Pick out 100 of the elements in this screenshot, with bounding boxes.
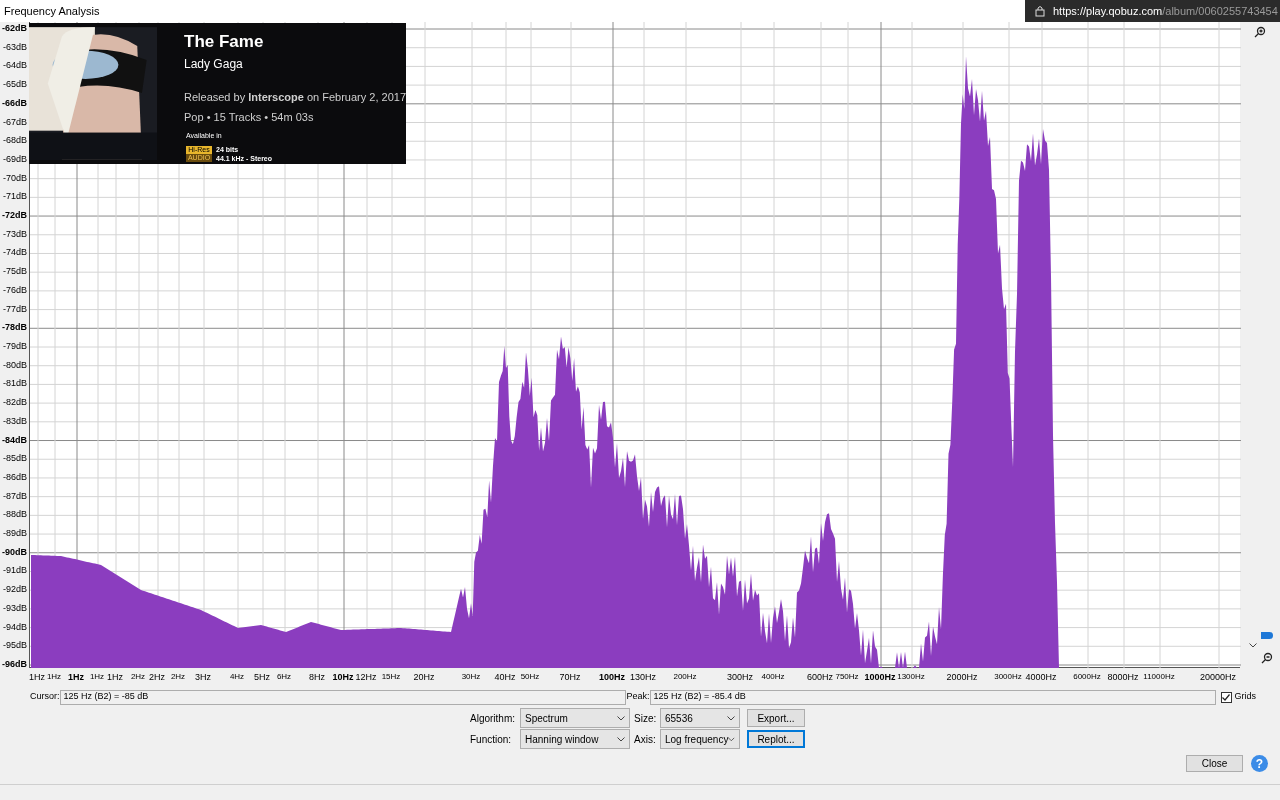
algorithm-dropdown[interactable]: Spectrum bbox=[520, 708, 630, 728]
x-axis-label: 2000Hz bbox=[946, 673, 978, 682]
release-info: Released by Interscope on February 2, 2017 bbox=[184, 90, 406, 106]
x-axis-label: 5Hz bbox=[254, 673, 270, 682]
zoom-out-icon[interactable] bbox=[1261, 652, 1273, 664]
lock-icon bbox=[1035, 5, 1045, 17]
y-axis-label: -71dB bbox=[2, 192, 27, 202]
album-artist: Lady Gaga bbox=[184, 56, 244, 74]
y-axis-label: -91dB bbox=[2, 566, 27, 576]
x-axis-label: 2Hz bbox=[170, 673, 186, 681]
x-axis-label: 10Hz bbox=[332, 673, 354, 682]
y-axis-label: -62dB bbox=[2, 24, 27, 33]
x-axis-label: 400Hz bbox=[761, 673, 785, 681]
algorithm-label: Algorithm: bbox=[470, 711, 516, 726]
y-axis-label: -90dB bbox=[2, 547, 27, 557]
x-axis-label: 8000Hz bbox=[1107, 673, 1139, 682]
url-text: https://play.qobuz.com/album/0060255743454 bbox=[1053, 3, 1278, 19]
album-title: The Fame bbox=[184, 31, 265, 53]
x-axis-label: 2Hz bbox=[149, 673, 165, 682]
y-axis-label: -79dB bbox=[2, 342, 27, 351]
y-axis-label: -68dB bbox=[2, 136, 27, 146]
x-axis-label: 20Hz bbox=[413, 673, 435, 682]
y-axis-label: -67dB bbox=[2, 117, 27, 127]
y-axis-label: -69dB bbox=[2, 154, 27, 164]
x-axis-label: 6000Hz bbox=[1073, 673, 1101, 681]
cursor-field: 125 Hz (B2) = -85 dB bbox=[59, 689, 626, 705]
zoom-slider-thumb[interactable] bbox=[1261, 632, 1273, 639]
x-axis-label: 1300Hz bbox=[897, 673, 925, 681]
function-label: Function: bbox=[470, 732, 513, 747]
y-axis-label: -77dB bbox=[2, 304, 27, 314]
y-axis-label: -70dB bbox=[2, 173, 27, 183]
x-axis-label: 130Hz bbox=[630, 673, 656, 682]
y-axis-label: -84dB bbox=[2, 435, 27, 445]
y-axis-label: -83dB bbox=[2, 416, 27, 426]
x-axis-label: 100Hz bbox=[599, 673, 625, 682]
close-button[interactable]: Close bbox=[1186, 755, 1243, 772]
peak-label: Peak: bbox=[626, 690, 650, 704]
y-axis-label: -92dB bbox=[2, 585, 27, 595]
y-axis-label: -86dB bbox=[2, 472, 27, 482]
x-axis-label: 1Hz bbox=[29, 673, 45, 682]
caret-icon bbox=[727, 715, 735, 721]
x-axis-label: 4Hz bbox=[229, 673, 245, 681]
x-axis-label: 50Hz bbox=[520, 673, 540, 681]
y-axis-label: -81dB bbox=[2, 379, 27, 389]
y-axis-label: -72dB bbox=[2, 211, 27, 221]
x-axis-label: 8Hz bbox=[309, 673, 325, 682]
x-axis-label: 3Hz bbox=[195, 673, 211, 682]
y-axis-label: -64dB bbox=[2, 61, 27, 71]
size-dropdown[interactable]: 65536 bbox=[660, 708, 740, 728]
x-axis-label: 40Hz bbox=[494, 673, 516, 682]
y-axis-label: -89dB bbox=[2, 529, 27, 539]
x-axis-label: 15Hz bbox=[381, 673, 401, 681]
y-axis-label: -95dB bbox=[2, 641, 27, 651]
y-axis-label: -87dB bbox=[2, 491, 27, 501]
album-details: Pop • 15 Tracks • 54m 03s bbox=[184, 109, 315, 125]
x-axis-label: 1Hz bbox=[46, 673, 62, 681]
y-axis-label: -63dB bbox=[2, 42, 27, 52]
y-axis-label: -73dB bbox=[2, 229, 27, 239]
y-axis-label: -94dB bbox=[2, 622, 27, 632]
x-axis-label: 300Hz bbox=[727, 673, 753, 682]
function-dropdown[interactable]: Hanning window bbox=[520, 729, 630, 749]
y-axis-label: -65dB bbox=[2, 80, 27, 90]
y-axis-label: -75dB bbox=[2, 267, 27, 277]
x-axis-label: 70Hz bbox=[559, 673, 581, 682]
y-axis-label: -85dB bbox=[2, 454, 27, 464]
x-axis-label: 4000Hz bbox=[1025, 673, 1057, 682]
x-axis-label: 20000Hz bbox=[1200, 673, 1236, 682]
zoom-in-icon[interactable] bbox=[1254, 26, 1266, 38]
x-axis-label: 30Hz bbox=[461, 673, 481, 681]
check-icon bbox=[1222, 693, 1231, 701]
cursor-label: Cursor: bbox=[30, 690, 60, 704]
peak-field: 125 Hz (B2) = -85.4 dB bbox=[649, 689, 1216, 705]
y-axis-label: -88dB bbox=[2, 510, 27, 520]
x-axis-label: 200Hz bbox=[673, 673, 697, 681]
caret-icon bbox=[617, 715, 625, 721]
x-axis-label: 11000Hz bbox=[1143, 673, 1175, 681]
grids-checkbox[interactable] bbox=[1220, 691, 1232, 703]
x-axis-label: 2Hz bbox=[130, 673, 146, 681]
axis-dropdown[interactable]: Log frequency bbox=[660, 729, 740, 749]
y-axis-label: -82dB bbox=[2, 398, 27, 408]
y-axis-label: -80dB bbox=[2, 360, 27, 370]
x-axis-label: 12Hz bbox=[355, 673, 377, 682]
caret-icon bbox=[617, 736, 625, 742]
caret-icon bbox=[728, 736, 735, 742]
x-axis-label: 1Hz bbox=[68, 673, 84, 682]
size-label: Size: bbox=[634, 711, 658, 726]
x-axis-label: 1Hz bbox=[89, 673, 105, 681]
x-axis-label: 600Hz bbox=[807, 673, 833, 682]
axis-label: Axis: bbox=[634, 732, 657, 747]
y-axis-label: -74dB bbox=[2, 248, 27, 258]
grids-label: Grids bbox=[1234, 690, 1257, 704]
y-axis-label: -93dB bbox=[2, 603, 27, 613]
scroll-down-icon[interactable] bbox=[1249, 643, 1257, 648]
export-button[interactable]: Export... bbox=[747, 709, 805, 727]
y-axis-label: -96dB bbox=[2, 660, 27, 669]
x-axis-label: 1000Hz bbox=[864, 673, 896, 682]
x-axis-label: 3000Hz bbox=[994, 673, 1022, 681]
replot-button[interactable]: Replot... bbox=[747, 730, 805, 748]
y-axis-label: -66dB bbox=[2, 98, 27, 108]
window-title: Frequency Analysis bbox=[4, 3, 100, 19]
